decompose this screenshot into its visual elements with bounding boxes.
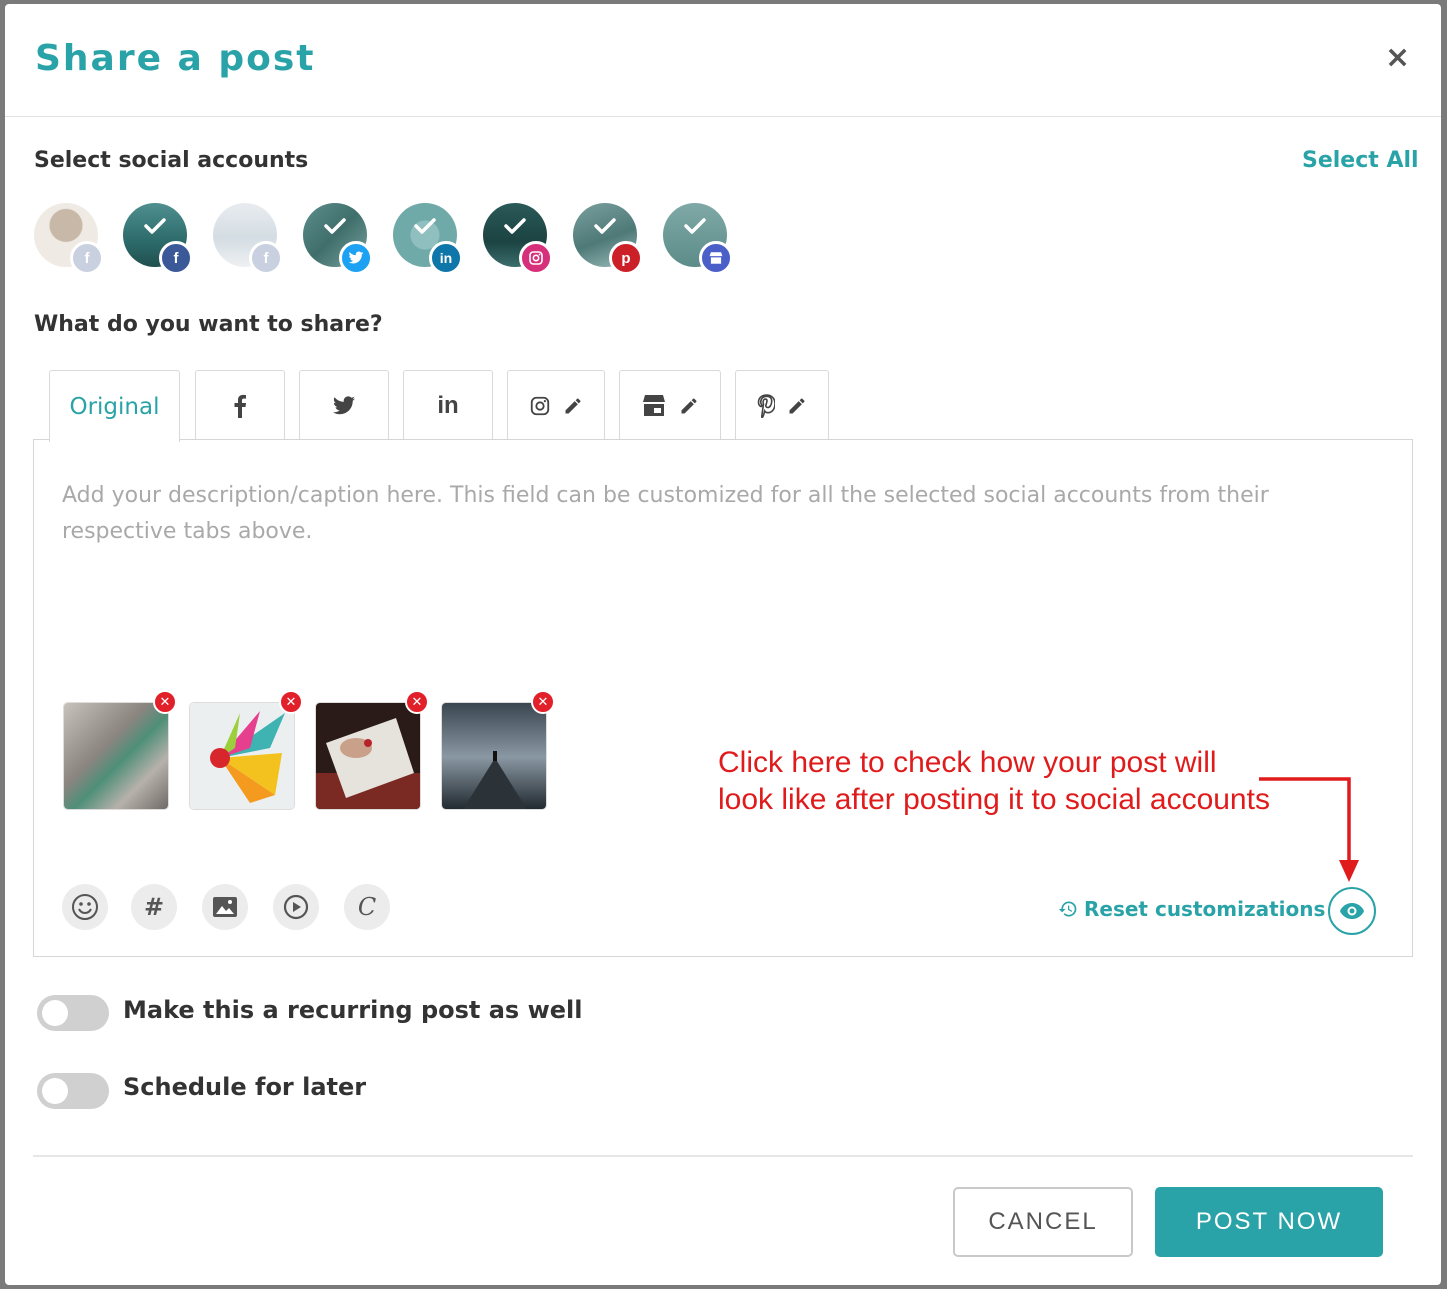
tab-google-business[interactable] [619, 370, 721, 440]
thumbnail-image [442, 703, 546, 809]
share-label: What do you want to share? [34, 312, 383, 337]
account-avatar-2[interactable]: f [123, 203, 193, 275]
pinterest-icon [757, 393, 775, 418]
thumbnail-image [64, 703, 168, 809]
linkedin-icon: in [429, 241, 463, 275]
annotation-text: Click here to check how your post will l… [718, 744, 1270, 818]
annotation-line-2: look like after posting it to social acc… [718, 783, 1270, 816]
linkedin-icon: in [437, 391, 459, 419]
media-thumbnail[interactable] [189, 702, 295, 810]
modal-title: Share a post [35, 38, 316, 79]
history-icon [1058, 901, 1077, 917]
cancel-button[interactable]: CANCEL [953, 1187, 1133, 1257]
header-divider [5, 116, 1441, 117]
account-avatar-1[interactable]: f [34, 203, 104, 275]
canva-icon[interactable]: C [344, 884, 390, 930]
schedule-toggle[interactable] [37, 1073, 109, 1109]
close-icon[interactable]: × [1385, 40, 1410, 75]
check-icon [324, 218, 346, 234]
media-thumbnail[interactable] [441, 702, 547, 810]
remove-media-icon[interactable]: ✕ [279, 690, 303, 714]
account-avatar-5[interactable]: in [393, 203, 463, 275]
tab-original[interactable]: Original [49, 370, 180, 442]
preview-button[interactable] [1328, 887, 1376, 935]
check-icon [684, 218, 706, 234]
account-avatar-3[interactable]: f [213, 203, 283, 275]
instagram-icon [530, 396, 550, 415]
remove-media-icon[interactable]: ✕ [405, 690, 429, 714]
check-icon [414, 218, 436, 234]
annotation-arrow [1259, 777, 1359, 882]
media-thumbnail[interactable] [315, 702, 421, 810]
twitter-icon [339, 241, 373, 275]
google-business-icon [643, 394, 665, 416]
tab-pinterest[interactable] [735, 370, 829, 440]
pencil-icon [789, 398, 805, 413]
account-avatar-7[interactable]: p [573, 203, 643, 275]
account-avatar-6[interactable] [483, 203, 553, 275]
pinterest-icon: p [609, 241, 643, 275]
account-avatar-4[interactable] [303, 203, 373, 275]
pencil-icon [565, 398, 581, 413]
schedule-label: Schedule for later [123, 1073, 367, 1101]
tab-twitter[interactable] [299, 370, 389, 440]
check-icon [144, 218, 166, 234]
facebook-icon: f [159, 241, 193, 275]
pencil-icon [681, 398, 697, 413]
emoji-icon[interactable] [62, 884, 108, 930]
facebook-icon: f [70, 241, 104, 275]
facebook-icon [234, 394, 246, 418]
check-icon [504, 218, 526, 234]
post-now-button[interactable]: POST NOW [1155, 1187, 1383, 1257]
tab-linkedin[interactable]: in [403, 370, 493, 440]
check-icon [594, 218, 616, 234]
hashtag-icon[interactable]: # [131, 884, 177, 930]
annotation-line-1: Click here to check how your post will [718, 746, 1217, 779]
recurring-label: Make this a recurring post as well [123, 996, 583, 1024]
eye-icon [1340, 903, 1364, 919]
image-icon[interactable] [202, 884, 248, 930]
toggle-knob [42, 1078, 68, 1104]
media-thumbnail[interactable] [63, 702, 169, 810]
instagram-icon [519, 241, 553, 275]
facebook-icon: f [249, 241, 283, 275]
remove-media-icon[interactable]: ✕ [153, 690, 177, 714]
reset-customizations-button[interactable]: Reset customizations [1058, 897, 1325, 921]
google-business-icon [699, 241, 733, 275]
caption-input[interactable]: Add your description/caption here. This … [62, 478, 1382, 550]
tab-instagram[interactable] [507, 370, 605, 440]
thumbnail-image [190, 703, 294, 809]
twitter-icon [333, 395, 355, 414]
toggle-knob [42, 1000, 68, 1026]
select-accounts-label: Select social accounts [34, 148, 309, 173]
account-avatar-8[interactable] [663, 203, 733, 275]
remove-media-icon[interactable]: ✕ [531, 690, 555, 714]
footer-divider [33, 1155, 1413, 1157]
reset-customizations-label: Reset customizations [1084, 897, 1326, 921]
share-post-modal: Share a post × Select social accounts Se… [5, 4, 1441, 1285]
thumbnail-image [316, 703, 420, 809]
tab-facebook[interactable] [195, 370, 285, 440]
select-all-link[interactable]: Select All [1302, 148, 1419, 173]
video-icon[interactable] [273, 884, 319, 930]
recurring-toggle[interactable] [37, 995, 109, 1031]
tab-original-label: Original [69, 393, 160, 420]
caption-editor: Add your description/caption here. This … [33, 439, 1413, 957]
